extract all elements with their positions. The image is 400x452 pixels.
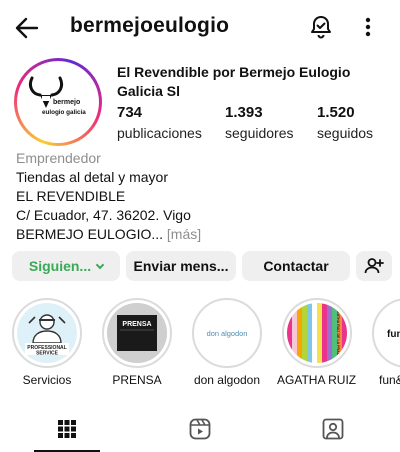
svg-text:PRENSA: PRENSA	[122, 321, 151, 328]
tab-grid[interactable]	[0, 406, 133, 452]
profile-stats: 734 publicaciones 1.393 seguidores 1.520…	[117, 103, 392, 143]
highlight-image: fun	[377, 303, 400, 363]
following-button-label: Siguien...	[28, 258, 92, 274]
contact-button[interactable]: Contactar	[242, 251, 350, 281]
bio-line: EL REVENDIBLE	[16, 188, 126, 204]
more-vertical-icon[interactable]	[358, 14, 378, 40]
highlight-agatha-ruiz[interactable]: AGATHA RUIZ DE LA PRADA AGATHA RUIZ...	[277, 298, 357, 388]
highlight-image: don algodon	[197, 303, 257, 363]
profile-bio: Emprendedor Tiendas al detal y mayor EL …	[16, 149, 386, 244]
stat-posts-value: 734	[117, 104, 143, 121]
bio-line: C/ Ecuador, 47. 36202. Vigo	[16, 207, 191, 223]
stat-following-label: seguidos	[317, 125, 374, 141]
profile-username: bermejoeulogio	[70, 14, 230, 37]
following-button[interactable]: Siguien...	[12, 251, 120, 281]
highlight-image: PRENSA	[107, 303, 167, 363]
arrow-left-icon[interactable]	[14, 15, 40, 41]
highlight-servicios[interactable]: PROFESSIONAL SERVICE Servicios	[7, 298, 87, 388]
svg-text:SERVICE: SERVICE	[36, 351, 59, 357]
grid-icon	[57, 420, 76, 438]
bio-line: BERMEJO EULOGIO...	[16, 226, 164, 242]
highlight-label: Servicios	[22, 373, 72, 387]
highlight-image: AGATHA RUIZ DE LA PRADA	[287, 303, 347, 363]
highlight-fun[interactable]: fun fun&...	[367, 298, 400, 388]
bio-line: Tiendas al detal y mayor	[16, 169, 168, 185]
profile-actions: Siguien... Enviar mens... Contactar	[12, 251, 392, 281]
stat-followers-value: 1.393	[225, 104, 263, 121]
reels-icon	[189, 418, 210, 440]
svg-text:fun: fun	[387, 329, 400, 340]
profile-tabs	[0, 406, 400, 452]
bio-category: Emprendedor	[16, 150, 101, 166]
avatar-logo-line1: bermejo	[53, 99, 80, 106]
avatar[interactable]: bermejo eulogio galicia	[14, 58, 102, 146]
tab-reels[interactable]	[133, 406, 266, 452]
stat-posts[interactable]: 734 publicaciones	[117, 103, 202, 143]
stat-posts-label: publicaciones	[117, 125, 202, 141]
message-button[interactable]: Enviar mens...	[126, 251, 236, 281]
stat-following[interactable]: 1.520 seguidos	[317, 103, 373, 143]
add-user-button[interactable]	[356, 251, 392, 281]
svg-text:AGATHA RUIZ DE LA PRADA: AGATHA RUIZ DE LA PRADA	[336, 308, 340, 358]
highlight-don-algodon[interactable]: don algodon don algodon	[187, 298, 267, 388]
bio-line-last: BERMEJO EULOGIO... [más]	[16, 225, 386, 244]
chevron-down-icon	[95, 260, 105, 270]
stat-followers[interactable]: 1.393 seguidores	[225, 103, 294, 143]
tab-tagged[interactable]	[266, 406, 399, 452]
highlight-prensa[interactable]: PRENSA PRENSA	[97, 298, 177, 388]
avatar-logo-line2: eulogio galicia	[42, 109, 86, 116]
avatar-image: bermejo eulogio galicia	[20, 64, 96, 140]
top-bar: bermejoeulogio	[0, 0, 400, 56]
bio-more-link[interactable]: [más]	[167, 226, 201, 242]
highlight-label: fun&...	[379, 373, 400, 387]
add-user-icon	[364, 258, 384, 274]
tagged-user-icon	[322, 418, 343, 440]
stat-followers-label: seguidores	[225, 125, 294, 141]
bell-icon[interactable]	[308, 14, 334, 40]
svg-text:don algodon: don algodon	[207, 329, 248, 338]
story-highlights: PROFESSIONAL SERVICE Servicios PRENSA PR…	[0, 298, 400, 394]
highlight-image: PROFESSIONAL SERVICE	[17, 303, 77, 363]
highlight-label: AGATHA RUIZ...	[277, 373, 357, 387]
highlight-label: don algodon	[193, 373, 261, 387]
stat-following-value: 1.520	[317, 104, 355, 121]
highlight-label: PRENSA	[112, 373, 162, 387]
profile-full-name: El Revendible por Bermejo Eulogio Galici…	[117, 64, 351, 99]
